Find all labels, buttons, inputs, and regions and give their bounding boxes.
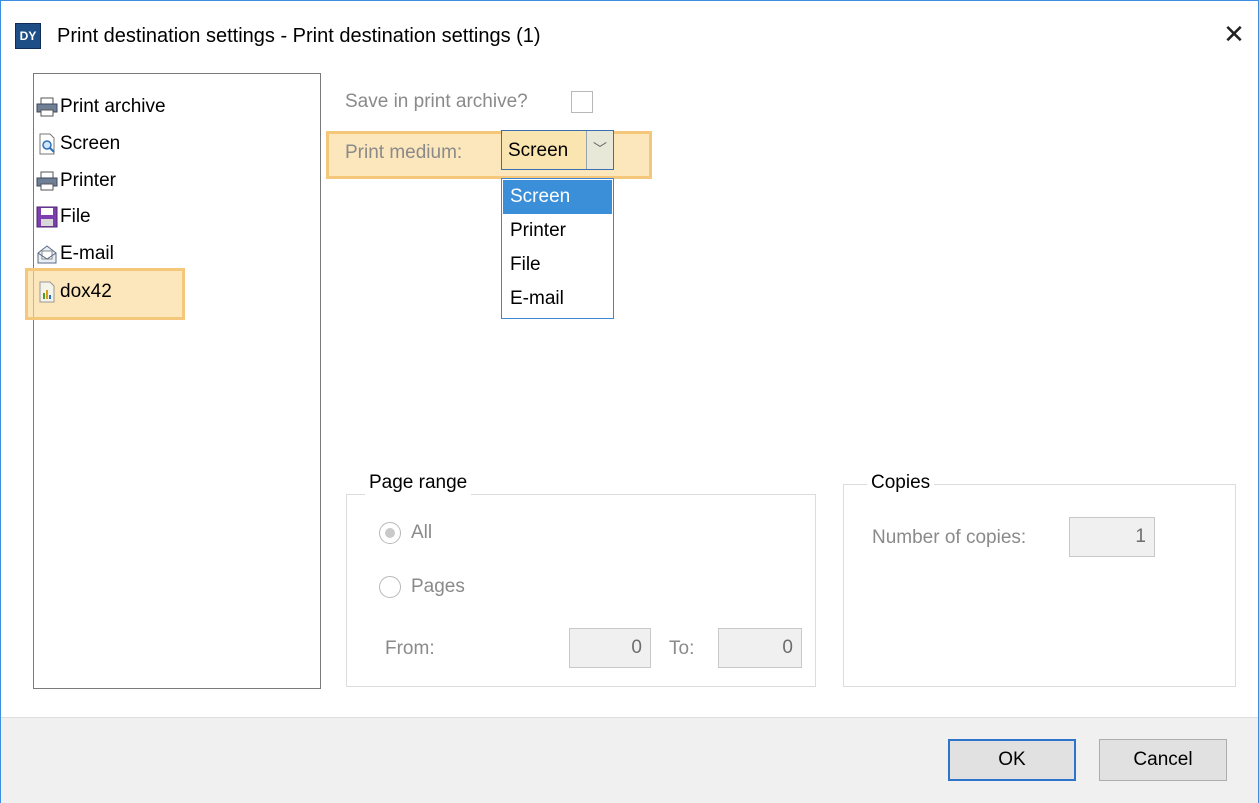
to-input[interactable]: 0 xyxy=(718,628,802,668)
radio-all[interactable] xyxy=(379,522,401,544)
to-label: To: xyxy=(669,638,695,659)
cancel-button[interactable]: Cancel xyxy=(1099,739,1227,781)
list-item-label: Print archive xyxy=(60,96,166,117)
email-icon xyxy=(36,243,58,265)
dialog-window: DY Print destination settings - Print de… xyxy=(0,0,1259,803)
chevron-down-icon[interactable]: ﹀ xyxy=(586,131,613,169)
button-bar: OK Cancel xyxy=(1,717,1258,803)
list-item-screen[interactable]: Screen xyxy=(36,129,120,159)
printer-icon xyxy=(36,96,58,118)
list-item-label: Printer xyxy=(60,170,116,191)
page-range-title: Page range xyxy=(365,471,472,495)
list-item-file[interactable]: File xyxy=(36,202,91,232)
window-title: Print destination settings - Print desti… xyxy=(57,25,541,47)
copies-input[interactable]: 1 xyxy=(1069,517,1155,557)
print-medium-select[interactable]: Screen ﹀ xyxy=(501,130,614,170)
option-screen[interactable]: Screen xyxy=(503,180,612,214)
list-item-dox42[interactable]: dox42 xyxy=(36,277,112,307)
option-email[interactable]: E-mail xyxy=(503,282,612,316)
list-item-label: Screen xyxy=(60,133,121,154)
from-label: From: xyxy=(385,638,435,659)
list-item-label: dox42 xyxy=(60,281,112,302)
close-icon[interactable]: ✕ xyxy=(1219,19,1249,49)
radio-all-label: All xyxy=(411,522,433,543)
list-item-print-archive[interactable]: Print archive xyxy=(36,92,166,122)
save-archive-checkbox[interactable] xyxy=(571,91,593,113)
list-item-printer[interactable]: Printer xyxy=(36,166,116,196)
from-input[interactable]: 0 xyxy=(569,628,651,668)
copies-label: Number of copies: xyxy=(872,527,1027,548)
title-bar[interactable]: DY Print destination settings - Print de… xyxy=(1,1,1258,73)
print-medium-value: Screen xyxy=(508,140,569,161)
list-item-label: E-mail xyxy=(60,243,114,264)
option-printer[interactable]: Printer xyxy=(503,214,612,248)
printer-icon xyxy=(36,170,58,192)
radio-pages-label: Pages xyxy=(411,576,465,597)
dox42-document-icon xyxy=(36,281,58,303)
app-icon: DY xyxy=(15,23,41,49)
destination-list[interactable]: Print archive Screen Printer File E-mail xyxy=(25,73,321,689)
copies-title: Copies xyxy=(867,471,935,495)
print-medium-dropdown[interactable]: Screen Printer File E-mail xyxy=(501,178,614,319)
print-medium-label: Print medium: xyxy=(345,142,463,163)
save-archive-label: Save in print archive? xyxy=(345,91,528,112)
radio-pages[interactable] xyxy=(379,576,401,598)
list-item-label: File xyxy=(60,206,91,227)
option-file[interactable]: File xyxy=(503,248,612,282)
floppy-disk-icon xyxy=(36,206,58,228)
list-item-email[interactable]: E-mail xyxy=(36,239,114,269)
screen-preview-icon xyxy=(36,133,58,155)
ok-button[interactable]: OK xyxy=(948,739,1076,781)
copies-group xyxy=(843,484,1236,687)
